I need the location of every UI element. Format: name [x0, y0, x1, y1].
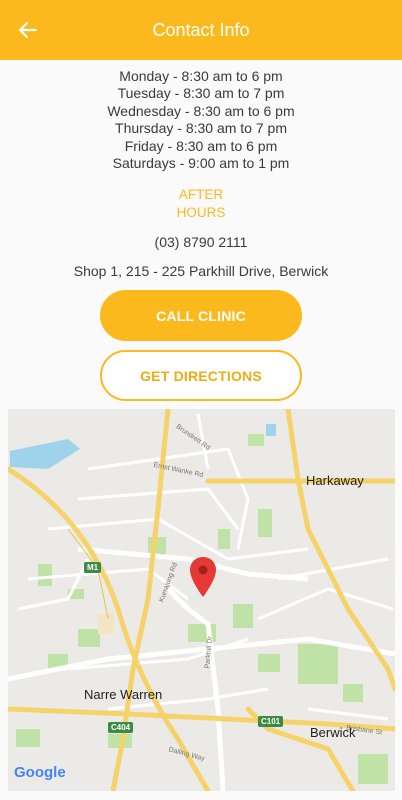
hours-tuesday: Tuesday - 8:30 am to 7 pm	[117, 85, 285, 102]
hours-monday: Monday - 8:30 am to 6 pm	[119, 68, 283, 84]
map-view[interactable]: Brundrett Rd Ernst Wanke Rd Kurrajong Rd…	[8, 409, 395, 791]
after-hours-link[interactable]: AFTER HOURS	[0, 186, 402, 222]
place-label-harkaway: Harkaway	[306, 473, 364, 488]
location-pin-icon	[190, 557, 216, 597]
map-pin-icon[interactable]	[190, 557, 216, 597]
place-label-narre-warren: Narre Warren	[84, 687, 163, 702]
phone-number[interactable]: (03) 8790 2111	[0, 234, 402, 250]
clinic-address: Shop 1, 215 - 225 Parkhill Drive, Berwic…	[73, 263, 329, 279]
place-label-berwick: Berwick	[310, 725, 356, 740]
call-clinic-button[interactable]: CALL CLINIC	[100, 290, 302, 341]
page-title: Contact Info	[152, 20, 250, 40]
hours-saturday: Saturdays - 9:00 am to 1 pm	[112, 155, 290, 172]
after-hours-line1: AFTER	[178, 187, 224, 202]
google-attribution: Google	[14, 764, 66, 781]
shield-c101: C101	[258, 716, 284, 727]
shield-m1: M1	[84, 562, 102, 573]
hours-friday: Friday - 8:30 am to 6 pm	[124, 137, 278, 154]
after-hours-line2: HOURS	[176, 205, 226, 220]
get-directions-button[interactable]: GET DIRECTIONS	[100, 350, 302, 401]
opening-hours: Monday - 8:30 am to 6 pm Tuesday - 8:30 …	[0, 68, 402, 172]
hours-wednesday: Wednesday - 8:30 am to 6 pm	[107, 102, 295, 119]
shield-c404: C404	[108, 722, 134, 733]
hours-thursday: Thursday - 8:30 am to 7 pm	[115, 120, 287, 137]
google-logo: Google	[14, 764, 66, 781]
app-bar: Contact Info	[0, 0, 402, 60]
